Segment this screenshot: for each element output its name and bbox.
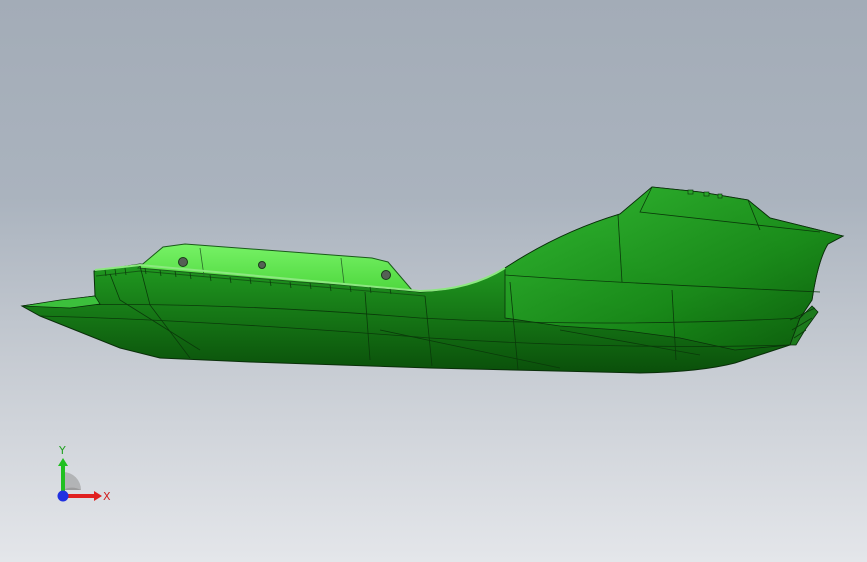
- graphics-viewport[interactable]: Y X: [0, 0, 867, 562]
- coordinate-triad: Y X: [57, 444, 111, 503]
- bracket-hole-2: [258, 261, 266, 269]
- z-axis-dot: [57, 490, 69, 502]
- bracket-hole-1: [178, 257, 188, 267]
- y-axis-arrow: [58, 458, 68, 466]
- y-axis-label: Y: [58, 444, 66, 457]
- 3d-model-view[interactable]: [0, 0, 867, 562]
- x-axis-arrow: [94, 491, 102, 501]
- bracket-hole-3: [381, 270, 391, 280]
- x-axis-label: X: [103, 490, 111, 503]
